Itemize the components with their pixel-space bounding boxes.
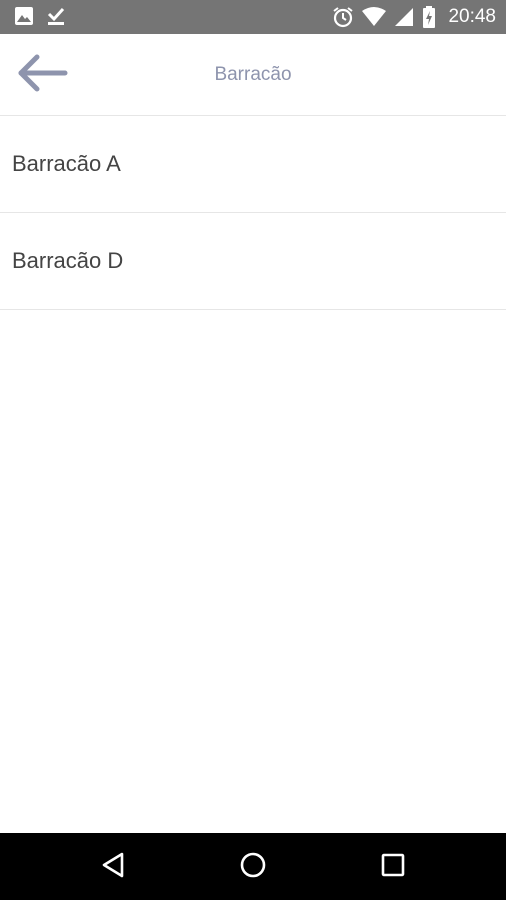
battery-charging-icon (422, 6, 436, 28)
arrow-left-icon (15, 53, 69, 98)
image-icon (14, 6, 34, 26)
barracao-list: Barracão A Barracão D (0, 116, 506, 310)
nav-recents-button[interactable] (373, 847, 413, 887)
signal-icon (394, 7, 414, 27)
download-done-icon (46, 6, 66, 26)
nav-home-button[interactable] (233, 847, 273, 887)
status-time: 20:48 (448, 6, 496, 27)
list-item-barracao-a[interactable]: Barracão A (0, 116, 506, 213)
system-nav-bar (0, 833, 506, 900)
home-circle-icon (238, 850, 268, 885)
list-item-barracao-d[interactable]: Barracão D (0, 213, 506, 310)
list-item-label: Barracão D (12, 248, 124, 273)
alarm-icon (332, 6, 354, 28)
back-triangle-icon (100, 851, 126, 884)
list-item-label: Barracão A (12, 151, 121, 176)
app-bar: Barracão (0, 34, 506, 116)
status-bar: 20:48 (0, 0, 506, 34)
page-title: Barracão (214, 64, 292, 85)
nav-back-button[interactable] (93, 847, 133, 887)
recents-square-icon (380, 852, 406, 883)
wifi-icon (362, 7, 387, 27)
back-button[interactable] (10, 50, 74, 100)
